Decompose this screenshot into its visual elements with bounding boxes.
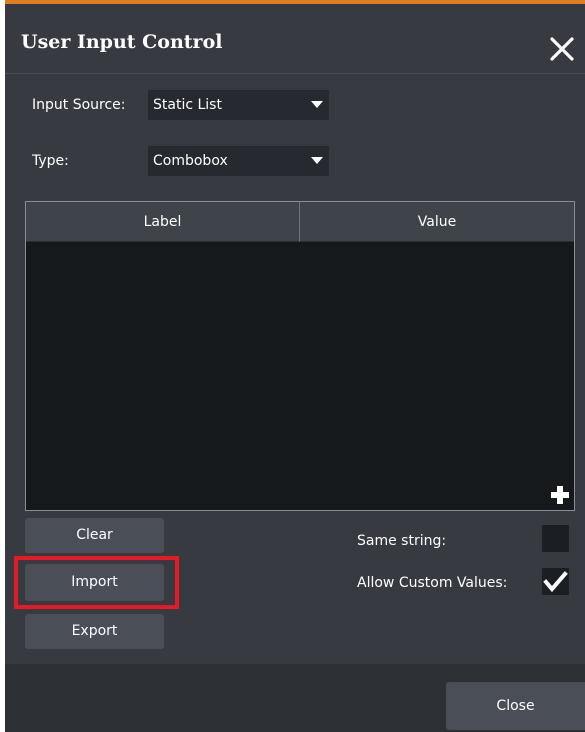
export-button[interactable]: Export bbox=[25, 614, 164, 649]
table-header: Label Value bbox=[26, 202, 574, 242]
check-icon bbox=[543, 571, 568, 593]
title-bar: User Input Control bbox=[5, 4, 585, 72]
allow-custom-values-checkbox[interactable] bbox=[542, 568, 569, 595]
user-input-control-dialog: User Input Control Input Source: Static … bbox=[5, 0, 585, 732]
type-select[interactable]: Combobox bbox=[148, 146, 329, 176]
dialog-title: User Input Control bbox=[21, 31, 223, 53]
plus-icon[interactable] bbox=[549, 484, 571, 506]
close-button[interactable]: Close bbox=[446, 682, 585, 730]
import-button[interactable]: Import bbox=[25, 564, 164, 601]
clear-button[interactable]: Clear bbox=[25, 518, 164, 553]
type-label: Type: bbox=[32, 153, 69, 169]
input-source-select[interactable]: Static List bbox=[148, 90, 329, 120]
input-source-value: Static List bbox=[153, 97, 222, 113]
same-string-label: Same string: bbox=[357, 533, 447, 549]
chevron-down-icon bbox=[311, 157, 323, 164]
column-header-label[interactable]: Label bbox=[26, 202, 300, 242]
close-icon[interactable] bbox=[549, 36, 575, 62]
allow-custom-values-label: Allow Custom Values: bbox=[357, 575, 508, 591]
title-separator bbox=[5, 73, 585, 74]
same-string-checkbox[interactable] bbox=[542, 525, 569, 552]
column-header-value[interactable]: Value bbox=[300, 202, 574, 242]
type-value: Combobox bbox=[153, 153, 228, 169]
input-source-label: Input Source: bbox=[32, 97, 126, 113]
dialog-footer: Close bbox=[5, 664, 585, 732]
values-table: Label Value bbox=[25, 201, 575, 511]
chevron-down-icon bbox=[311, 101, 323, 108]
